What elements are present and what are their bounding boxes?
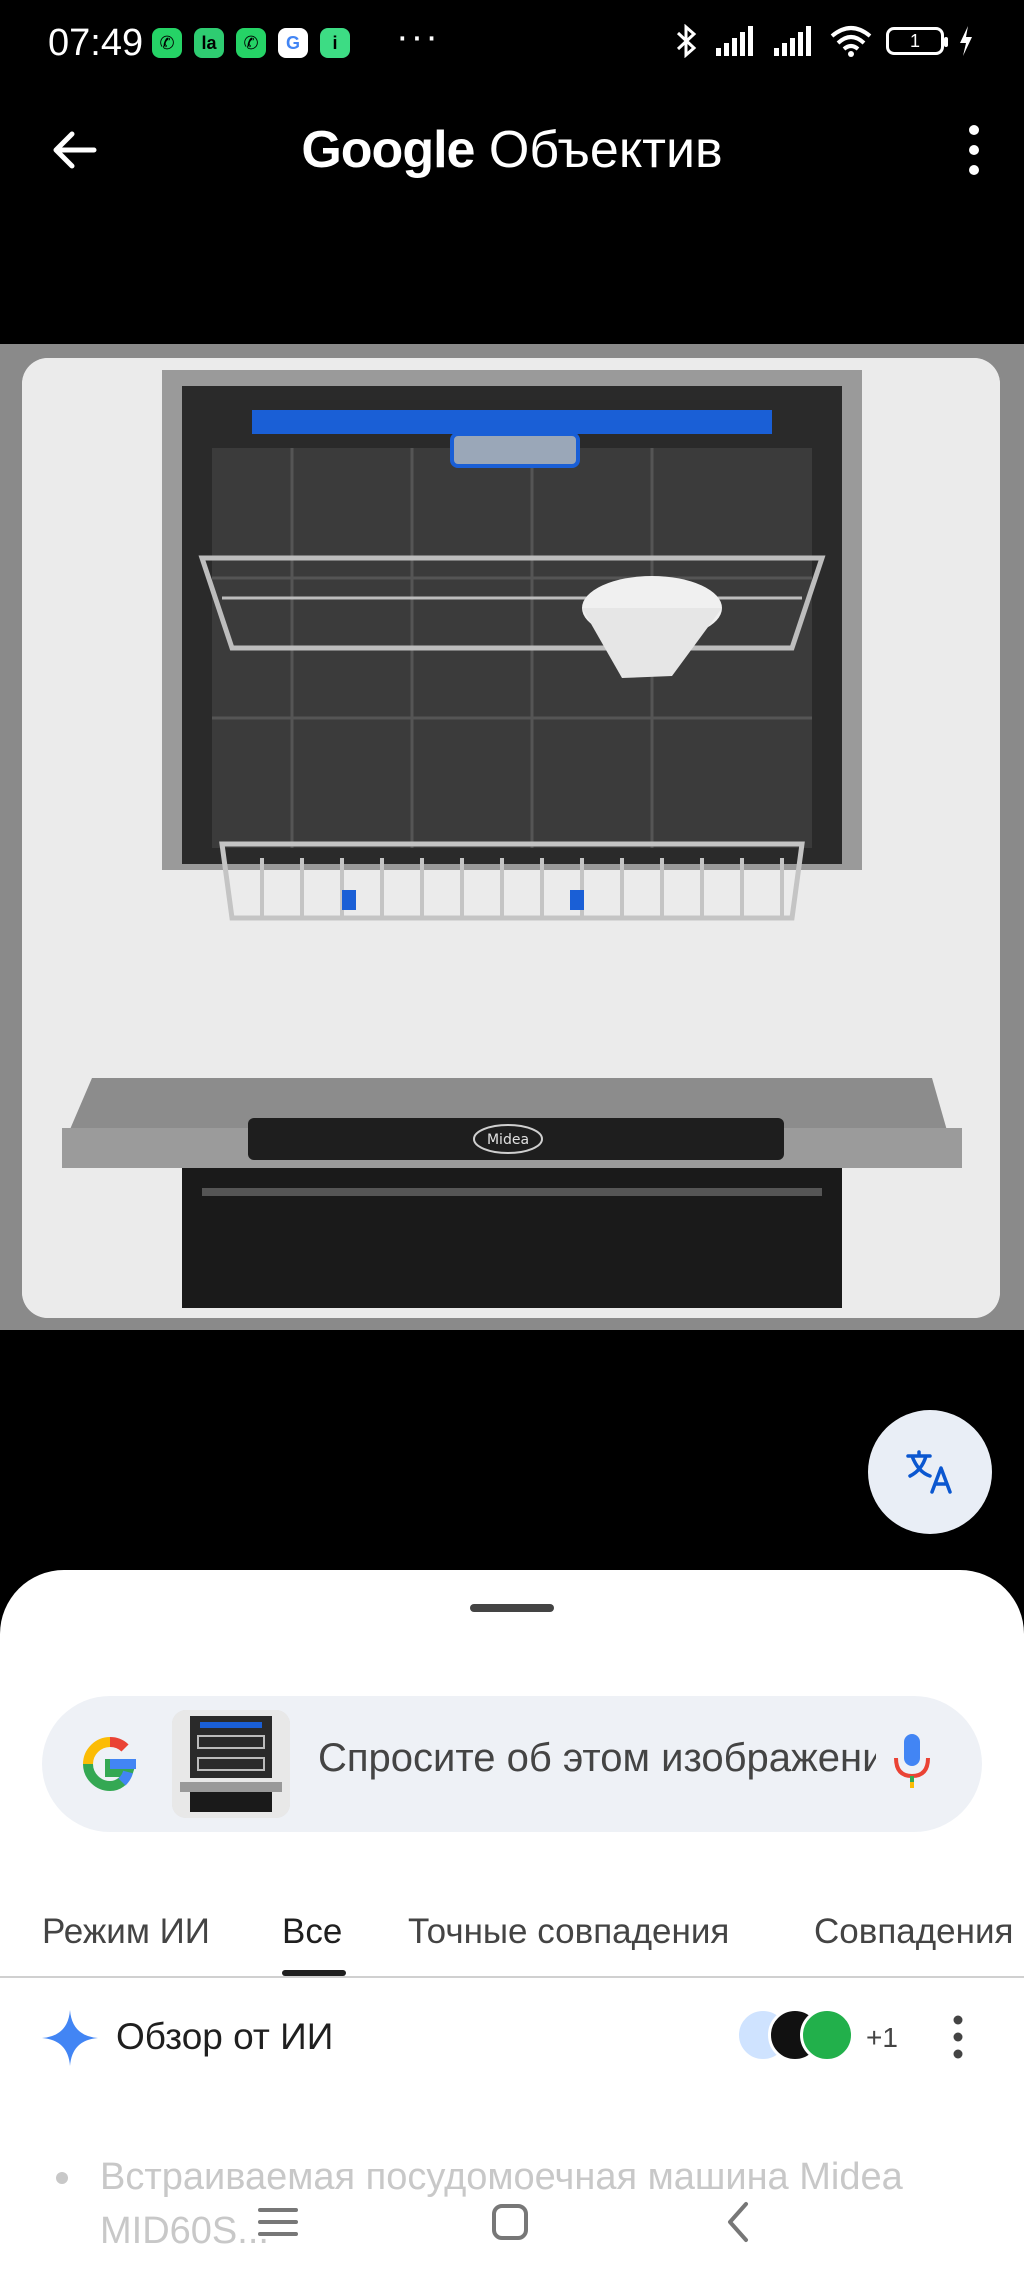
system-nav-bar <box>0 2168 1024 2276</box>
more-vert-icon[interactable] <box>964 120 984 180</box>
nav-back-icon[interactable] <box>710 2192 770 2252</box>
battery-icon: 1 <box>886 27 948 55</box>
status-bar: 07:49 ✆ la ✆ G i ··· 1 <box>0 0 1024 96</box>
page-title: Google Объектив <box>0 120 1024 180</box>
whatsapp-icon: ✆ <box>236 28 266 58</box>
whatsapp-icon: ✆ <box>152 28 182 58</box>
translate-button[interactable] <box>868 1410 992 1534</box>
image-thumbnail[interactable] <box>172 1710 290 1818</box>
system-icons: 1 <box>674 24 974 58</box>
status-time: 07:49 <box>48 22 144 64</box>
home-icon[interactable] <box>480 2192 540 2252</box>
sheet-drag-handle[interactable] <box>470 1604 554 1612</box>
ai-overview-title: Обзор от ИИ <box>116 2016 334 2057</box>
google-g-icon <box>83 1737 136 1792</box>
search-input[interactable]: Спросите об этом изображении <box>318 1736 876 1781</box>
app-notification-icon: i <box>320 28 350 58</box>
notification-icons: ✆ la ✆ G i <box>152 28 350 58</box>
source-avatar <box>800 2008 854 2062</box>
thumbnail-image <box>172 1710 290 1818</box>
app-bar: Google Объектив <box>0 96 1024 206</box>
bluetooth-icon <box>676 24 697 58</box>
results-tabs: Режим ИИ Все Точные совпадения Совпадени… <box>0 1880 1024 1978</box>
more-notifications-indicator: ··· <box>396 16 440 58</box>
tab-exact-matches[interactable]: Точные совпадения <box>408 1912 729 1952</box>
selected-image[interactable]: Midea <box>22 358 1000 1318</box>
translate-icon <box>906 1450 952 1494</box>
signal-icon <box>774 26 811 56</box>
tab-ai-mode[interactable]: Режим ИИ <box>42 1912 210 1952</box>
title-brand: Google <box>301 121 475 179</box>
more-vert-icon[interactable] <box>948 2012 968 2062</box>
image-canvas[interactable]: Midea <box>0 344 1024 1330</box>
ai-overview-header[interactable]: Обзор от ИИ +1 <box>0 2008 1024 2088</box>
brand-label: Midea <box>487 1132 529 1148</box>
mic-icon[interactable] <box>892 1730 932 1794</box>
google-notification-icon: G <box>278 28 308 58</box>
wifi-icon <box>830 26 872 57</box>
gemini-spark-icon <box>42 2010 98 2066</box>
search-bar[interactable]: Спросите об этом изображении <box>42 1696 982 1832</box>
title-product: Объектив <box>488 121 723 179</box>
tab-all[interactable]: Все <box>282 1912 342 1952</box>
recents-menu-icon[interactable] <box>248 2192 308 2252</box>
more-sources-count: +1 <box>866 2022 898 2053</box>
tab-matches[interactable]: Совпадения <box>814 1912 1013 1952</box>
signal-icon <box>716 26 753 56</box>
active-tab-indicator <box>282 1970 346 1976</box>
dishwasher-image: Midea <box>22 358 1000 1318</box>
charging-icon <box>960 26 972 56</box>
app-la-icon: la <box>194 28 224 58</box>
